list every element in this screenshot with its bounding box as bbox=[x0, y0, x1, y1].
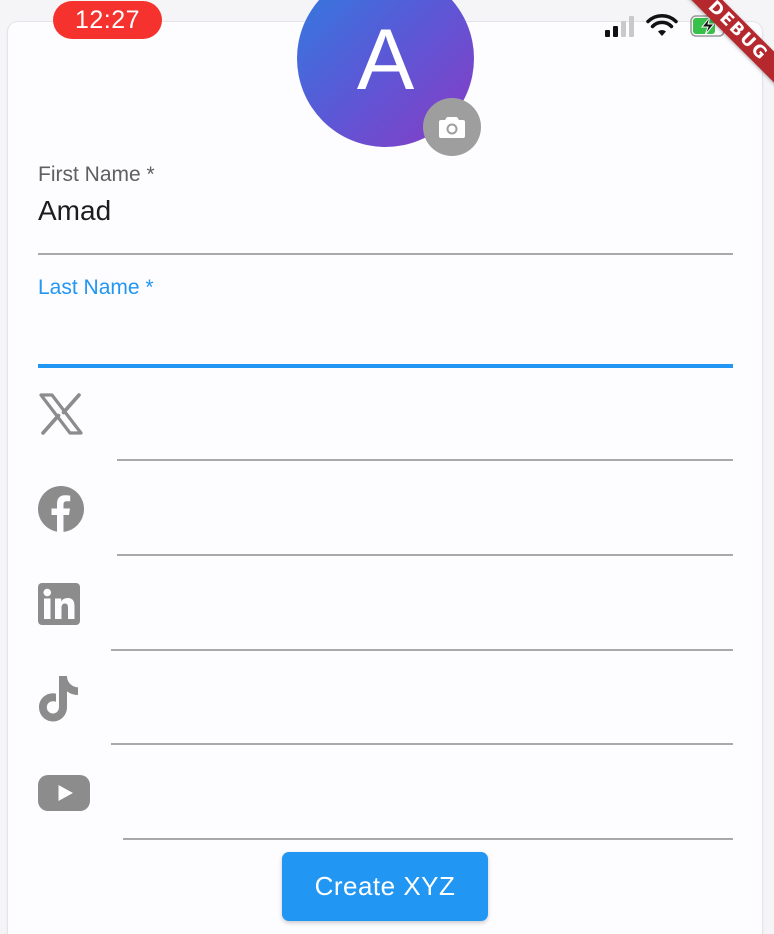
tiktok-handle-input[interactable] bbox=[111, 695, 733, 740]
first-name-input[interactable]: Amad bbox=[38, 195, 111, 227]
linkedin-handle-underline bbox=[111, 649, 733, 651]
linkedin-handle-input[interactable] bbox=[111, 600, 733, 645]
x-handle-underline bbox=[117, 459, 733, 461]
app-screen: 12:27 DEBUG A First Name * Amad Last Nam… bbox=[0, 0, 774, 934]
x-handle-input[interactable] bbox=[117, 410, 733, 455]
avatar-initial: A bbox=[356, 12, 415, 108]
facebook-icon bbox=[38, 486, 84, 532]
facebook-handle-underline bbox=[117, 554, 733, 556]
camera-icon bbox=[439, 117, 465, 138]
facebook-handle-input[interactable] bbox=[117, 505, 733, 550]
create-button[interactable]: Create XYZ bbox=[282, 852, 488, 921]
x-twitter-icon bbox=[38, 392, 84, 436]
linkedin-icon bbox=[37, 582, 80, 625]
tiktok-handle-underline bbox=[111, 743, 733, 745]
last-name-input[interactable] bbox=[38, 308, 733, 348]
status-time: 12:27 bbox=[53, 1, 162, 39]
cellular-signal-icon bbox=[605, 15, 634, 37]
first-name-underline bbox=[38, 253, 733, 255]
wifi-icon bbox=[646, 14, 678, 36]
youtube-handle-input[interactable] bbox=[123, 790, 733, 835]
tiktok-icon bbox=[37, 674, 81, 722]
youtube-icon bbox=[38, 774, 90, 812]
youtube-handle-underline bbox=[123, 838, 733, 840]
change-photo-button[interactable] bbox=[423, 98, 481, 156]
last-name-label: Last Name * bbox=[38, 276, 154, 299]
first-name-label: First Name * bbox=[38, 163, 155, 186]
last-name-underline bbox=[38, 364, 733, 368]
